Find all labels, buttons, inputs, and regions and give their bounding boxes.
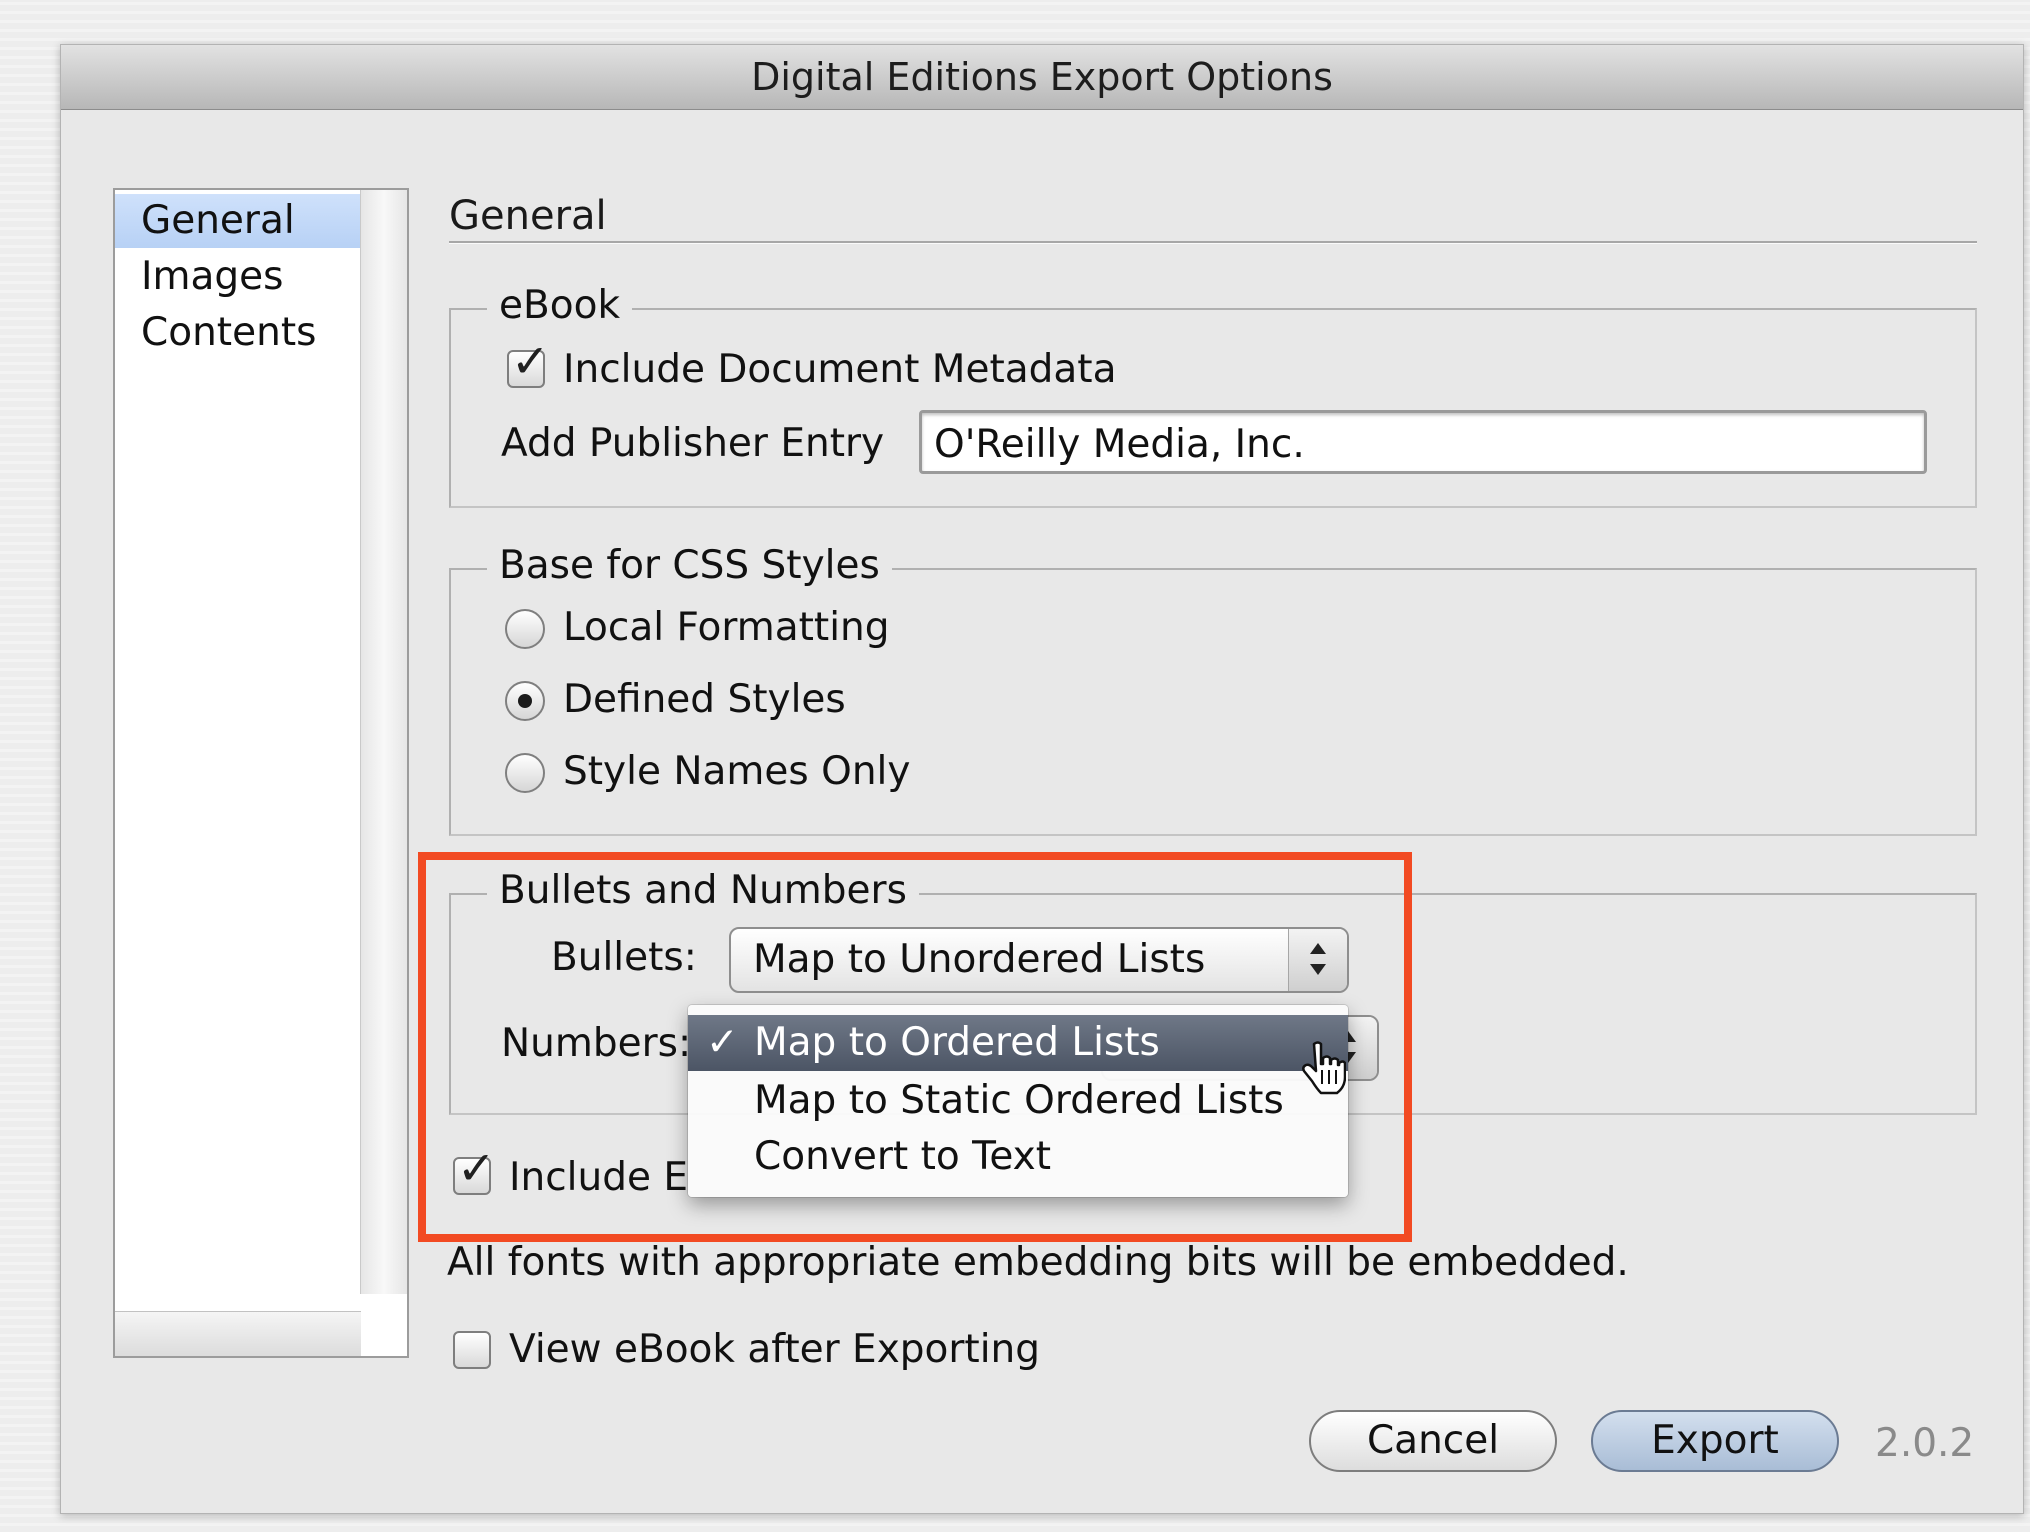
window-title: Digital Editions Export Options: [61, 45, 2023, 110]
numbers-dropdown-menu[interactable]: ✓ Map to Ordered Lists Map to Static Ord…: [688, 1005, 1348, 1197]
section-title: General: [449, 193, 607, 239]
include-metadata-checkbox[interactable]: ✓: [507, 338, 550, 388]
menu-item-label: Map to Ordered Lists: [754, 1020, 1160, 1065]
bullets-popup[interactable]: Map to Unordered Lists: [729, 927, 1349, 993]
cancel-button[interactable]: Cancel: [1309, 1410, 1557, 1472]
category-list[interactable]: General Images Contents: [113, 188, 409, 1358]
menu-item-label: Convert to Text: [754, 1134, 1052, 1179]
local-formatting-label: Local Formatting: [563, 605, 890, 650]
style-names-only-radio[interactable]: [505, 753, 545, 793]
sidebar-item-images[interactable]: Images: [115, 250, 361, 304]
css-styles-legend: Base for CSS Styles: [487, 543, 892, 589]
vertical-scrollbar[interactable]: [360, 190, 407, 1294]
checkmark-icon: ✓: [706, 1020, 739, 1065]
ebook-group: [449, 308, 1977, 508]
menu-item-convert-to-text[interactable]: Convert to Text: [688, 1129, 1348, 1185]
bullets-popup-value: Map to Unordered Lists: [753, 937, 1206, 982]
popup-arrows-icon: [1288, 929, 1347, 991]
publisher-field[interactable]: O'Reilly Media, Inc.: [919, 410, 1927, 474]
export-options-dialog: Digital Editions Export Options General …: [60, 44, 2024, 1514]
include-fonts-label: Include E: [509, 1155, 689, 1200]
checkmark-icon: ✓: [457, 1141, 496, 1195]
section-divider: [449, 241, 1977, 244]
ebook-legend: eBook: [487, 283, 633, 329]
include-metadata-label: Include Document Metadata: [563, 347, 1117, 392]
horizontal-scrollbar[interactable]: [115, 1311, 361, 1356]
fonts-note: All fonts with appropriate embedding bit…: [447, 1240, 1629, 1285]
numbers-label: Numbers:: [501, 1021, 692, 1066]
version-label: 2.0.2: [1875, 1421, 1975, 1466]
bullets-label: Bullets:: [551, 935, 697, 980]
bullets-numbers-legend: Bullets and Numbers: [487, 868, 919, 914]
local-formatting-radio[interactable]: [505, 609, 545, 649]
menu-item-map-to-ordered-lists[interactable]: ✓ Map to Ordered Lists: [688, 1015, 1348, 1071]
defined-styles-radio[interactable]: [505, 681, 545, 721]
style-names-only-label: Style Names Only: [563, 749, 911, 794]
sidebar-item-general[interactable]: General: [115, 194, 361, 248]
publisher-label: Add Publisher Entry: [501, 421, 885, 466]
view-after-export-label: View eBook after Exporting: [509, 1327, 1041, 1372]
include-fonts-checkbox[interactable]: ✓: [453, 1145, 496, 1195]
sidebar-item-contents[interactable]: Contents: [115, 306, 361, 360]
view-after-export-checkbox[interactable]: [453, 1331, 491, 1369]
menu-item-label: Map to Static Ordered Lists: [754, 1078, 1284, 1123]
export-button[interactable]: Export: [1591, 1410, 1839, 1472]
checkmark-icon: ✓: [511, 334, 550, 388]
defined-styles-label: Defined Styles: [563, 677, 846, 722]
menu-item-map-to-static-ordered-lists[interactable]: Map to Static Ordered Lists: [688, 1073, 1348, 1129]
radio-dot-icon: [518, 694, 532, 708]
pointer-hand-icon: [1302, 1041, 1346, 1095]
